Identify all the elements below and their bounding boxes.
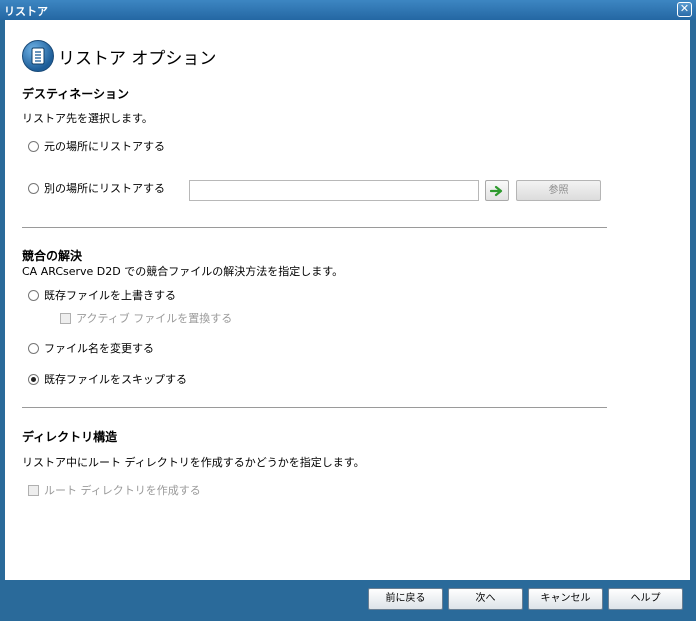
page-title: リストア オプション bbox=[58, 48, 217, 69]
destination-section-title: デスティネーション bbox=[22, 87, 130, 101]
back-button[interactable]: 前に戻る bbox=[368, 588, 443, 610]
document-list-icon bbox=[22, 40, 54, 72]
validate-path-button[interactable] bbox=[485, 180, 509, 201]
help-button[interactable]: ヘルプ bbox=[608, 588, 683, 610]
close-button[interactable]: ✕ bbox=[677, 2, 692, 17]
window-title: リストア bbox=[4, 5, 48, 18]
dialog-content: リストア オプション デスティネーション リストア先を選択します。 元の場所にリ… bbox=[5, 20, 690, 580]
conflict-description: CA ARCserve D2D での競合ファイルの解決方法を指定します。 bbox=[22, 265, 344, 278]
conflict-section-title: 競合の解決 bbox=[22, 249, 83, 263]
create-root-label: ルート ディレクトリを作成する bbox=[44, 484, 201, 497]
rename-option[interactable]: ファイル名を変更する bbox=[28, 340, 154, 356]
destination-path-input[interactable] bbox=[189, 180, 479, 201]
restore-alternate-option[interactable]: 別の場所にリストアする bbox=[28, 180, 165, 196]
directory-section-title: ディレクトリ構造 bbox=[22, 430, 118, 444]
restore-original-label: 元の場所にリストアする bbox=[44, 140, 165, 153]
skip-radio[interactable] bbox=[28, 373, 39, 385]
window-titlebar: リストア ✕ bbox=[0, 0, 696, 20]
page-heading: リストア オプション bbox=[22, 40, 216, 72]
browse-button[interactable]: 参照 bbox=[516, 180, 601, 201]
create-root-option[interactable]: ルート ディレクトリを作成する bbox=[28, 482, 201, 498]
directory-description: リストア中にルート ディレクトリを作成するかどうかを指定します。 bbox=[22, 456, 365, 469]
destination-description: リストア先を選択します。 bbox=[22, 112, 153, 125]
separator-1 bbox=[22, 227, 607, 229]
rename-label: ファイル名を変更する bbox=[44, 342, 154, 355]
restore-original-option[interactable]: 元の場所にリストアする bbox=[28, 138, 165, 154]
cancel-button[interactable]: キャンセル bbox=[528, 588, 603, 610]
restore-alternate-radio[interactable] bbox=[28, 182, 39, 194]
next-button[interactable]: 次へ bbox=[448, 588, 523, 610]
restore-original-radio[interactable] bbox=[28, 140, 39, 152]
replace-active-checkbox[interactable] bbox=[60, 312, 71, 324]
overwrite-radio[interactable] bbox=[28, 289, 39, 301]
restore-alternate-label: 別の場所にリストアする bbox=[44, 182, 165, 195]
separator-2 bbox=[22, 407, 607, 409]
create-root-checkbox[interactable] bbox=[28, 484, 39, 496]
rename-radio[interactable] bbox=[28, 342, 39, 354]
skip-label: 既存ファイルをスキップする bbox=[44, 373, 187, 386]
replace-active-option[interactable]: アクティブ ファイルを置換する bbox=[60, 310, 232, 326]
skip-option[interactable]: 既存ファイルをスキップする bbox=[28, 371, 187, 387]
green-arrow-icon bbox=[490, 185, 503, 196]
close-icon: ✕ bbox=[679, 2, 690, 15]
overwrite-label: 既存ファイルを上書きする bbox=[44, 289, 176, 302]
replace-active-label: アクティブ ファイルを置換する bbox=[76, 312, 233, 325]
overwrite-option[interactable]: 既存ファイルを上書きする bbox=[28, 287, 176, 303]
